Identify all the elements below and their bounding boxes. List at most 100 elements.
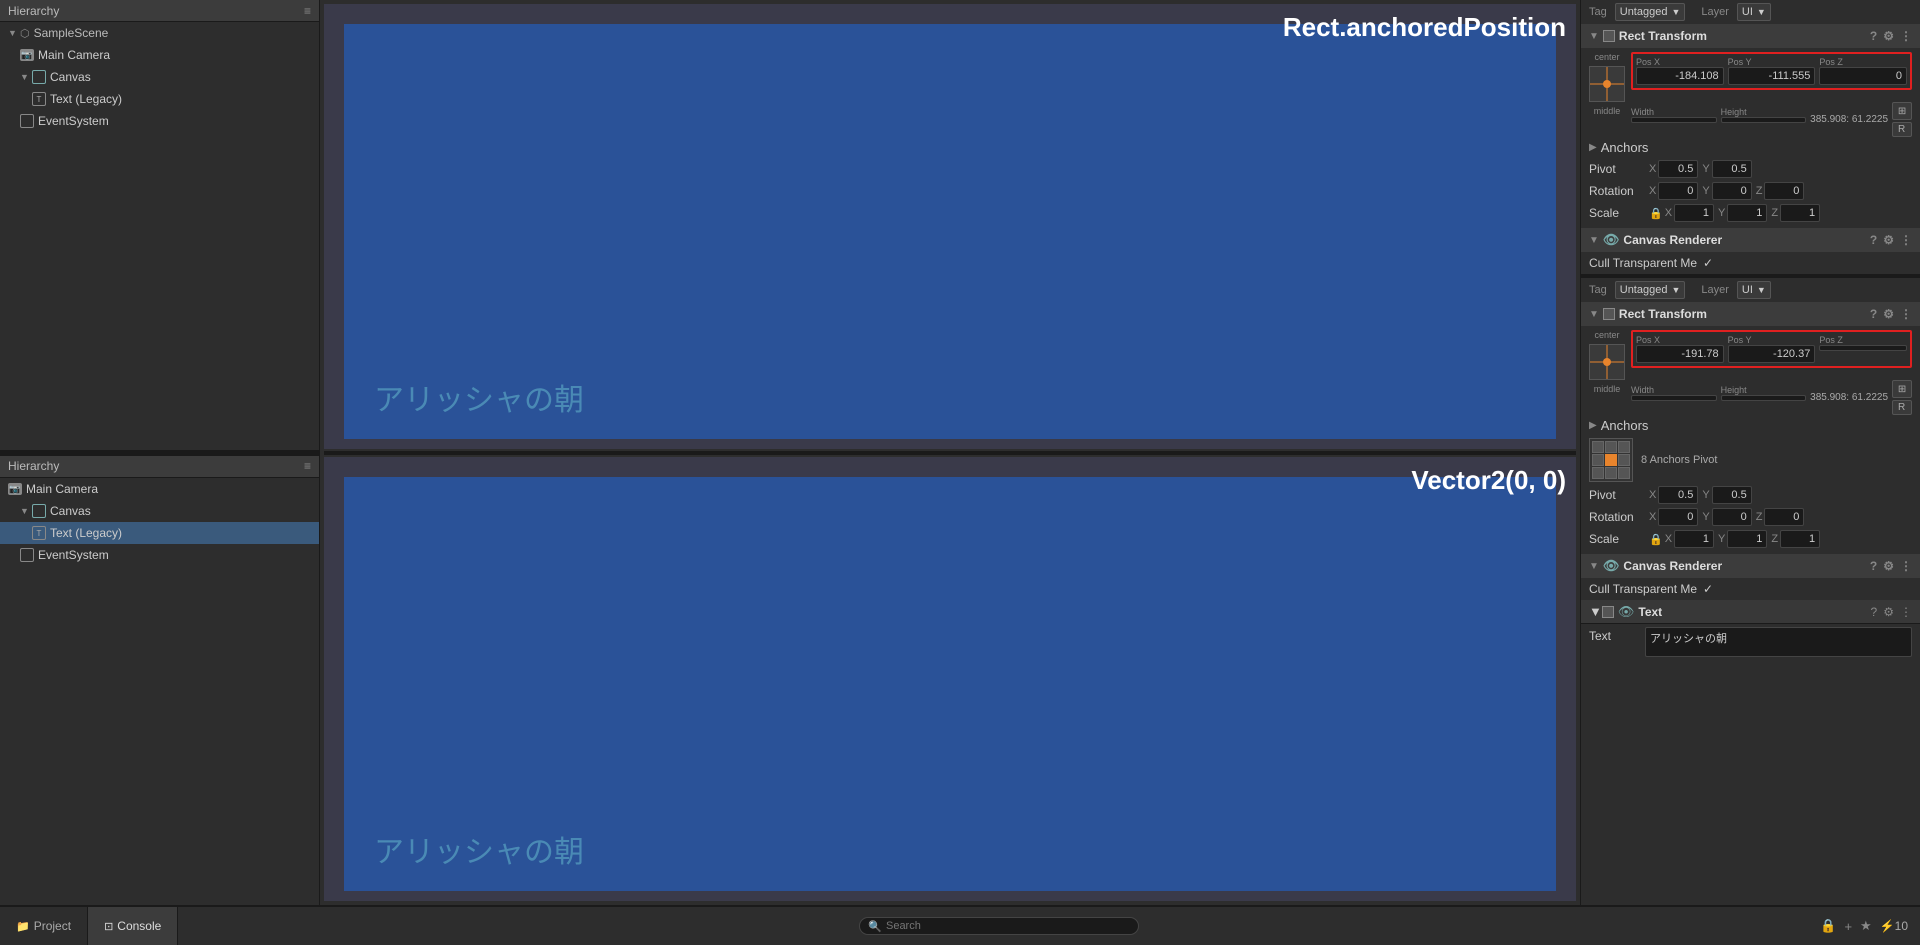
- rt-more-icon-bottom[interactable]: ⋮: [1900, 307, 1912, 321]
- console-tab[interactable]: ⊡ Console: [88, 907, 178, 945]
- rot-x-value-top[interactable]: 0: [1658, 182, 1698, 200]
- pivot-x-value-bottom[interactable]: 0.5: [1658, 486, 1698, 504]
- layer-dropdown-top[interactable]: UI ▼: [1737, 3, 1771, 21]
- pos-z-value-bottom[interactable]: [1819, 345, 1907, 351]
- hierarchy-bottom-menu-icon[interactable]: ≡: [304, 459, 311, 473]
- scale-y-value-bottom[interactable]: 1: [1727, 530, 1767, 548]
- text-checkbox[interactable]: [1602, 606, 1614, 618]
- anchors-row-top: ▶ Anchors: [1589, 137, 1912, 158]
- rt-settings-icon-top[interactable]: ⚙: [1883, 29, 1894, 43]
- scale-lock-icon-bottom[interactable]: 🔒: [1649, 533, 1663, 546]
- scale-lock-icon-top[interactable]: 🔒: [1649, 207, 1663, 220]
- scale-y-value-top[interactable]: 1: [1727, 204, 1767, 222]
- hierarchy-item-eventsystem-bottom[interactable]: EventSystem: [0, 544, 319, 566]
- rot-x-value-bottom[interactable]: 0: [1658, 508, 1698, 526]
- bottom-star-icon[interactable]: ★: [1860, 918, 1872, 934]
- hierarchy-menu-icon[interactable]: ≡: [304, 4, 311, 18]
- cr-help-bottom[interactable]: ?: [1870, 559, 1877, 573]
- cr-more-top[interactable]: ⋮: [1900, 233, 1912, 247]
- rt-checkbox-bottom[interactable]: [1603, 308, 1615, 320]
- rot-z-axis-bottom: Z: [1756, 511, 1763, 523]
- aspect-lock-top[interactable]: ⊞: [1892, 102, 1912, 120]
- eye-icon-bottom[interactable]: 👁: [1603, 558, 1620, 574]
- cr-expand-bottom[interactable]: ▼: [1589, 561, 1599, 572]
- eight-anchors-row: 8 Anchors Pivot: [1589, 436, 1912, 484]
- text-field-value[interactable]: アリッシャの朝: [1645, 627, 1912, 657]
- rt-help-icon-bottom[interactable]: ?: [1870, 307, 1877, 321]
- scale-z-value-bottom[interactable]: 1: [1780, 530, 1820, 548]
- project-tab[interactable]: 📁 Project: [0, 907, 88, 945]
- layer-dropdown-bottom[interactable]: UI ▼: [1737, 281, 1771, 299]
- width-label-top: Width: [1631, 107, 1717, 117]
- height-value-bottom[interactable]: [1721, 395, 1807, 401]
- hierarchy-item-maincamera-top[interactable]: 📷 Main Camera: [0, 44, 319, 66]
- height-value-top[interactable]: [1721, 117, 1807, 123]
- pos-y-value-top[interactable]: -111.555: [1728, 67, 1816, 85]
- cr-help-top[interactable]: ?: [1870, 233, 1877, 247]
- tag-dropdown-top[interactable]: Untagged ▼: [1615, 3, 1686, 21]
- pivot-y-value-top[interactable]: 0.5: [1712, 160, 1752, 178]
- scale-x-value-bottom[interactable]: 1: [1674, 530, 1714, 548]
- rot-z-value-top[interactable]: 0: [1764, 182, 1804, 200]
- hierarchy-item-canvas-top[interactable]: ▼ Canvas: [0, 66, 319, 88]
- hierarchy-item-samplescene[interactable]: ▼ ⬡ SampleScene: [0, 22, 319, 44]
- rt-more-icon-top[interactable]: ⋮: [1900, 29, 1912, 43]
- text-expand-arrow[interactable]: ▼: [1589, 604, 1602, 619]
- eventsystem-label-bottom: EventSystem: [38, 548, 109, 562]
- bottom-lock-icon[interactable]: 🔒: [1820, 918, 1836, 934]
- rot-y-value-top[interactable]: 0: [1712, 182, 1752, 200]
- pos-y-value-bottom[interactable]: -120.37: [1728, 345, 1816, 363]
- scale-z-value-top[interactable]: 1: [1780, 204, 1820, 222]
- cull-check-top[interactable]: ✓: [1703, 256, 1713, 270]
- eye-icon-top[interactable]: 👁: [1603, 232, 1620, 248]
- rot-y-value-bottom[interactable]: 0: [1712, 508, 1752, 526]
- anchors-expand-bottom[interactable]: ▶: [1589, 420, 1597, 431]
- rt-checkbox-top[interactable]: [1603, 30, 1615, 42]
- text-eye-icon[interactable]: 👁: [1618, 604, 1635, 620]
- rot-z-value-bottom[interactable]: 0: [1764, 508, 1804, 526]
- hierarchy-item-eventsystem-top[interactable]: EventSystem: [0, 110, 319, 132]
- pos-x-value-bottom[interactable]: -191.78: [1636, 345, 1724, 363]
- hierarchy-item-text-top[interactable]: T Text (Legacy): [0, 88, 319, 110]
- search-bar[interactable]: 🔍: [859, 917, 1139, 935]
- rt-expand-arrow-top[interactable]: ▼: [1589, 31, 1599, 42]
- scene-view-top: Rect.anchoredPosition アリッシャの朝: [324, 4, 1576, 449]
- aspect-lock-bottom[interactable]: ⊞: [1892, 380, 1912, 398]
- pivot-y-value-bottom[interactable]: 0.5: [1712, 486, 1752, 504]
- center-label-bottom: center: [1594, 330, 1619, 340]
- cr-expand-top[interactable]: ▼: [1589, 235, 1599, 246]
- project-tab-label: Project: [34, 919, 71, 933]
- text-help-icon[interactable]: ?: [1871, 605, 1878, 619]
- cr-settings-bottom[interactable]: ⚙: [1883, 559, 1894, 573]
- anchors-grid[interactable]: [1589, 438, 1633, 482]
- hierarchy-item-maincamera-bottom[interactable]: 📷 Main Camera: [0, 478, 319, 500]
- text-more-icon[interactable]: ⋮: [1900, 605, 1912, 619]
- anchors-expand-top[interactable]: ▶: [1589, 142, 1597, 153]
- hierarchy-item-text-bottom[interactable]: T Text (Legacy): [0, 522, 319, 544]
- cull-check-bottom[interactable]: ✓: [1703, 582, 1713, 596]
- width-value-bottom[interactable]: [1631, 395, 1717, 401]
- cr-settings-top[interactable]: ⚙: [1883, 233, 1894, 247]
- width-value-top[interactable]: [1631, 117, 1717, 123]
- search-input[interactable]: [886, 920, 1130, 932]
- wh-combined-top: 385.908: 61.2225: [1810, 114, 1888, 125]
- hierarchy-top-title: Hierarchy: [8, 4, 59, 18]
- pos-x-value-top[interactable]: -184.108: [1636, 67, 1724, 85]
- anchor-cell-1: [1605, 441, 1617, 453]
- bottom-add-icon[interactable]: +: [1844, 919, 1852, 934]
- canvas-icon-top: [32, 70, 46, 84]
- text-settings-icon[interactable]: ⚙: [1883, 605, 1894, 619]
- pivot-x-value-top[interactable]: 0.5: [1658, 160, 1698, 178]
- tag-dropdown-bottom[interactable]: Untagged ▼: [1615, 281, 1686, 299]
- rt-fields-container-bottom: center middle Pos X: [1581, 326, 1920, 554]
- pos-z-value-top[interactable]: 0: [1819, 67, 1907, 85]
- r-btn-top[interactable]: R: [1892, 122, 1912, 137]
- rt-expand-arrow-bottom[interactable]: ▼: [1589, 309, 1599, 320]
- r-btn-bottom[interactable]: R: [1892, 400, 1912, 415]
- cr-more-bottom[interactable]: ⋮: [1900, 559, 1912, 573]
- scale-label-bottom: Scale: [1589, 532, 1649, 546]
- rt-settings-icon-bottom[interactable]: ⚙: [1883, 307, 1894, 321]
- hierarchy-item-canvas-bottom[interactable]: ▼ Canvas: [0, 500, 319, 522]
- rt-help-icon-top[interactable]: ?: [1870, 29, 1877, 43]
- scale-x-value-top[interactable]: 1: [1674, 204, 1714, 222]
